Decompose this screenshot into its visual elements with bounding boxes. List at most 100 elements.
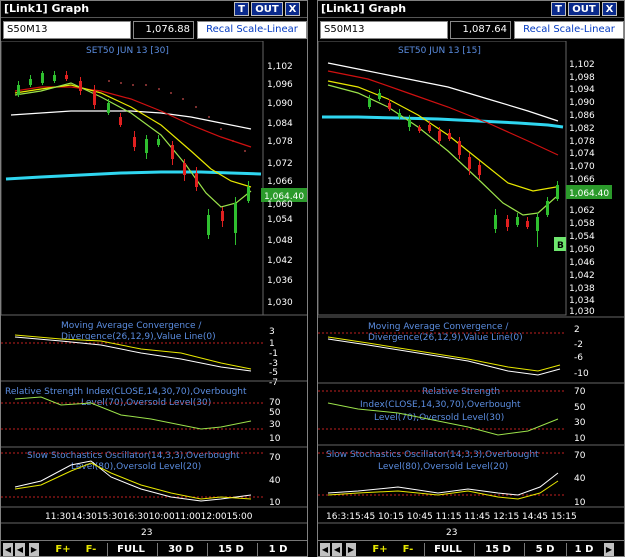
rsi-axis: 70 50 30 10	[269, 398, 281, 444]
chart-canvas-right[interactable]: SET50 JUN 13 [15] B 1,064.40 1,102 1,098…	[318, 41, 624, 539]
price-axis: 1,102 1,096 1,090 1,084 1,078 1,072 1,06…	[267, 62, 293, 308]
rsi-axis: 70 50 30 10	[574, 387, 586, 444]
svg-text:70: 70	[269, 398, 281, 408]
svg-text:2: 2	[574, 325, 580, 335]
y-tick: 1,072	[267, 159, 293, 169]
first-icon[interactable]: ◀	[3, 543, 13, 556]
close-button[interactable]: X	[602, 2, 617, 16]
date-label: 23	[141, 528, 152, 538]
close-button[interactable]: X	[285, 2, 300, 16]
prev-icon[interactable]: ◀	[15, 543, 25, 556]
price-display: 1,076.88	[133, 21, 194, 39]
y-tick: 1,054	[267, 215, 293, 225]
font-decrease-button[interactable]: F-	[398, 543, 418, 556]
bottom-toolbar: ◀ ◀ ▶ F+ F- FULL 15 D 5 D 1 D ▶	[318, 540, 624, 556]
window-title: [Link1] Graph	[321, 2, 407, 15]
30d-button[interactable]: 30 D	[163, 543, 199, 556]
prev-icon[interactable]: ◀	[332, 543, 342, 556]
stoch-axis: 70 40 10	[269, 453, 281, 508]
rsi-label-2: Index(CLOSE,14,30,70),Overbought	[360, 400, 521, 410]
y-tick: 1,090	[569, 98, 595, 108]
y-tick: 1,096	[267, 80, 293, 90]
15d-button[interactable]: 15 D	[213, 543, 249, 556]
full-button[interactable]: FULL	[430, 543, 466, 556]
svg-text:10: 10	[574, 434, 586, 444]
y-tick: 1,086	[569, 111, 595, 121]
chart-title: SET50 JUN 13 [15]	[398, 46, 481, 56]
window-title: [Link1] Graph	[4, 2, 90, 15]
stoch-axis: 70 40 10	[574, 451, 586, 508]
y-tick: 1,038	[569, 284, 595, 294]
y-tick: 1,046	[569, 258, 595, 268]
y-tick: 1,078	[569, 137, 595, 147]
y-tick: 1,054	[569, 232, 595, 242]
symbol-input[interactable]: S50M13	[3, 21, 131, 39]
graph-panel-right: [Link1] Graph T OUT X S50M13 1,087.64 Re…	[317, 0, 625, 557]
y-tick: 1,074	[569, 149, 595, 159]
out-button[interactable]: OUT	[251, 2, 283, 16]
buy-marker-label: B	[557, 241, 564, 251]
svg-text:30: 30	[269, 420, 281, 430]
chart-canvas-left[interactable]: SET50 JUN 13 [30] 1,064.40 1,102 1,096 1…	[1, 41, 307, 539]
y-tick: 1,030	[569, 307, 595, 317]
y-tick: 1,042	[569, 271, 595, 281]
svg-text:70: 70	[269, 453, 281, 463]
y-tick: 1,036	[267, 276, 293, 286]
y-tick: 1,102	[267, 62, 293, 72]
first-icon[interactable]: ◀	[320, 543, 330, 556]
font-increase-button[interactable]: F+	[53, 543, 73, 556]
out-button[interactable]: OUT	[568, 2, 600, 16]
next-icon[interactable]: ▶	[29, 543, 39, 556]
y-tick: 1,090	[267, 99, 293, 109]
price-display: 1,087.64	[450, 21, 511, 39]
y-tick: 1,048	[267, 236, 293, 246]
svg-text:50: 50	[574, 403, 586, 413]
macd-label-2: Divergence(26,12,9),Value Line(0)	[368, 333, 523, 343]
recal-scale-button[interactable]: Recal Scale-Linear	[197, 21, 307, 39]
svg-text:-7: -7	[269, 378, 278, 388]
window-titlebar[interactable]: [Link1] Graph T OUT X	[1, 1, 307, 18]
5d-button[interactable]: 5 D	[530, 543, 560, 556]
svg-text:3: 3	[269, 327, 275, 337]
graph-panel-left: [Link1] Graph T OUT X S50M13 1,076.88 Re…	[0, 0, 308, 557]
next-icon[interactable]: ▶	[346, 543, 356, 556]
t-button[interactable]: T	[551, 2, 566, 16]
y-tick: 1,094	[569, 85, 595, 95]
time-axis: 16:3:15:45 10:15 10:45 11:15 11:45 12:15…	[326, 512, 577, 522]
y-tick: 1,034	[569, 296, 595, 306]
rsi-label: Relative Strength Index(CLOSE,14,30,70),…	[5, 387, 247, 397]
svg-text:-10: -10	[574, 369, 589, 379]
scroll-right-icon[interactable]: ▶	[604, 543, 614, 556]
1d-button[interactable]: 1 D	[572, 543, 596, 556]
15d-button[interactable]: 15 D	[480, 543, 516, 556]
symbol-input[interactable]: S50M13	[320, 21, 448, 39]
t-button[interactable]: T	[234, 2, 249, 16]
macd-axis: 3 1 -1 -3 -5 -7	[269, 327, 278, 388]
full-button[interactable]: FULL	[113, 543, 149, 556]
svg-text:-6: -6	[574, 353, 583, 363]
recal-scale-button[interactable]: Recal Scale-Linear	[514, 21, 624, 39]
y-tick: 1,042	[267, 256, 293, 266]
font-decrease-button[interactable]: F-	[81, 543, 101, 556]
time-axis: 11:3014:3015:3016:3010:0011:0012:0015:00	[45, 512, 253, 522]
svg-text:-5: -5	[269, 368, 278, 378]
y-tick: 1,102	[569, 60, 595, 70]
svg-text:-1: -1	[269, 349, 278, 359]
svg-text:30: 30	[574, 418, 586, 428]
1d-button[interactable]: 1 D	[263, 543, 293, 556]
svg-text:40: 40	[574, 474, 586, 484]
y-tick: 1,084	[267, 119, 293, 129]
y-tick: 1,078	[267, 137, 293, 147]
y-tick: 1,050	[569, 245, 595, 255]
svg-text:1: 1	[269, 339, 275, 349]
y-tick: 1,060	[267, 200, 293, 210]
svg-text:10: 10	[269, 434, 281, 444]
font-increase-button[interactable]: F+	[370, 543, 390, 556]
svg-text:-2: -2	[574, 340, 583, 350]
panel-divider[interactable]	[309, 0, 317, 557]
stoch-label: Slow Stochastics Oscillator(14,3,3),Over…	[326, 450, 539, 460]
chart-toolbar: S50M13 1,087.64 Recal Scale-Linear	[318, 19, 624, 41]
y-tick: 1,058	[569, 219, 595, 229]
macd-label: Moving Average Convergence /	[61, 321, 202, 331]
window-titlebar[interactable]: [Link1] Graph T OUT X	[318, 1, 624, 18]
